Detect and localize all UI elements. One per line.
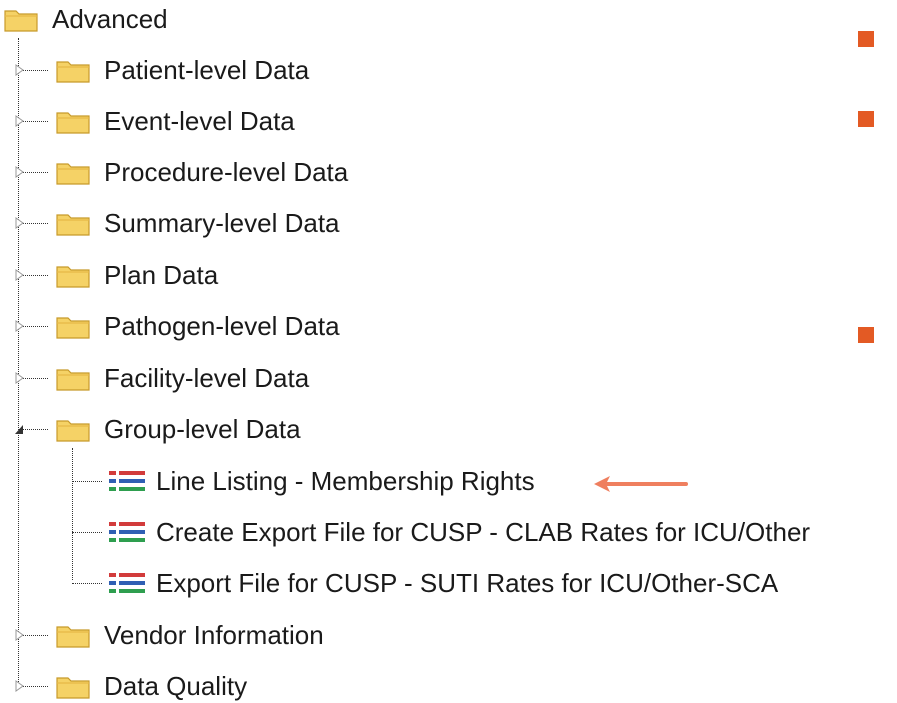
tree-folder-label: Patient-level Data — [104, 55, 310, 85]
collapsed-triangle-icon[interactable] — [14, 165, 24, 179]
folder-icon — [56, 266, 90, 288]
collapsed-triangle-icon[interactable] — [14, 63, 24, 77]
tree-report-label: Create Export File for CUSP - CLAB Rates… — [156, 517, 811, 547]
tree-folder-pathogen-level-data[interactable]: Pathogen-level Data — [56, 309, 340, 343]
tree-report-item[interactable]: Export File for CUSP - SUTI Rates for IC… — [108, 566, 778, 600]
tree-folder-label: Event-level Data — [104, 106, 295, 136]
tree-folder-vendor-information[interactable]: Vendor Information — [56, 618, 324, 652]
folder-icon — [56, 61, 90, 83]
orange-marker-1 — [858, 31, 874, 47]
collapsed-triangle-icon[interactable] — [14, 371, 24, 385]
folder-icon — [56, 420, 90, 442]
tree-report-item[interactable]: Create Export File for CUSP - CLAB Rates… — [108, 515, 810, 549]
tree-connector-branch — [72, 532, 102, 533]
folder-icon — [56, 317, 90, 339]
tree-folder-data-quality[interactable]: Data Quality — [56, 669, 247, 703]
orange-marker-2 — [858, 111, 874, 127]
folder-icon — [4, 10, 38, 32]
tree-folder-label: Pathogen-level Data — [104, 311, 340, 341]
tree-connector-branch — [72, 583, 102, 584]
folder-icon — [56, 626, 90, 648]
tree-report-item[interactable]: Line Listing - Membership Rights — [108, 464, 535, 498]
tree-connector-group — [72, 448, 73, 580]
collapsed-triangle-icon[interactable] — [14, 216, 24, 230]
folder-icon — [56, 112, 90, 134]
line-listing-icon — [109, 471, 145, 491]
tree-folder-group-level-data[interactable]: Group-level Data — [56, 412, 301, 446]
tree-folder-facility-level-data[interactable]: Facility-level Data — [56, 361, 309, 395]
tree-connector-branch — [72, 481, 102, 482]
expanded-triangle-icon[interactable] — [14, 422, 24, 436]
tree-report-label: Line Listing - Membership Rights — [156, 466, 535, 496]
collapsed-triangle-icon[interactable] — [14, 628, 24, 642]
tree-report-label: Export File for CUSP - SUTI Rates for IC… — [156, 568, 779, 598]
tree-folder-label: Data Quality — [104, 671, 248, 701]
tree-folder-label: Facility-level Data — [104, 363, 310, 393]
tree-folder-patient-level-data[interactable]: Patient-level Data — [56, 53, 309, 87]
collapsed-triangle-icon[interactable] — [14, 319, 24, 333]
tree-folder-event-level-data[interactable]: Event-level Data — [56, 104, 295, 138]
folder-icon — [56, 369, 90, 391]
tree-folder-label: Procedure-level Data — [104, 157, 349, 187]
orange-marker-3 — [858, 327, 874, 343]
collapsed-triangle-icon[interactable] — [14, 114, 24, 128]
tree-folder-plan-data[interactable]: Plan Data — [56, 258, 218, 292]
tree-root-advanced[interactable]: Advanced — [4, 2, 168, 36]
folder-icon — [56, 163, 90, 185]
report-tree: Advanced Patient-level Data Event-level D… — [0, 0, 897, 702]
tree-root-label: Advanced — [52, 4, 168, 34]
tree-folder-label: Vendor Information — [104, 620, 324, 650]
folder-icon — [56, 677, 90, 699]
line-listing-icon — [109, 573, 145, 593]
annotation-arrow-icon — [594, 476, 688, 492]
tree-folder-label: Plan Data — [104, 260, 219, 290]
tree-folder-summary-level-data[interactable]: Summary-level Data — [56, 206, 340, 240]
tree-connector-main — [18, 38, 19, 688]
collapsed-triangle-icon[interactable] — [14, 679, 24, 693]
tree-folder-label: Group-level Data — [104, 414, 301, 444]
tree-folder-procedure-level-data[interactable]: Procedure-level Data — [56, 155, 348, 189]
folder-icon — [56, 214, 90, 236]
line-listing-icon — [109, 522, 145, 542]
tree-folder-label: Summary-level Data — [104, 208, 340, 238]
collapsed-triangle-icon[interactable] — [14, 268, 24, 282]
